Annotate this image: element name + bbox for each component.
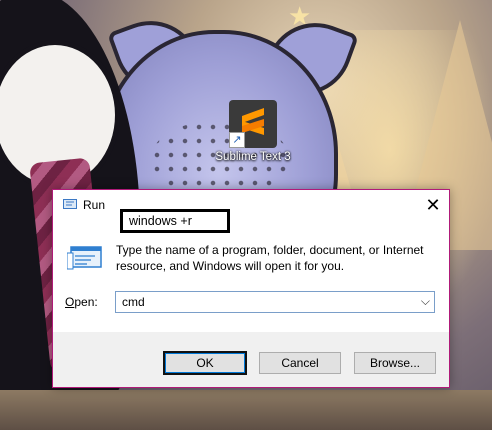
open-combobox[interactable]: cmd ⌵ <box>115 291 435 313</box>
open-label-text: pen: <box>74 295 98 309</box>
cancel-button[interactable]: Cancel <box>259 352 341 374</box>
run-dialog: Run ✕ Type the name of a program, folder… <box>52 189 450 388</box>
dialog-title: Run <box>83 198 106 212</box>
open-label-mnemonic: O <box>65 295 75 309</box>
sublime-text-icon: ↗ <box>229 100 277 148</box>
shortcut-arrow-icon: ↗ <box>229 132 245 148</box>
desktop-shortcut-sublime-text[interactable]: ↗ Sublime Text 3 <box>211 100 295 164</box>
run-program-icon <box>67 246 102 270</box>
open-input[interactable]: cmd <box>122 295 145 309</box>
browse-button[interactable]: Browse... <box>354 352 436 374</box>
desktop-icon-label: Sublime Text 3 <box>215 151 291 163</box>
run-app-icon <box>63 199 77 209</box>
chevron-down-icon[interactable]: ⌵ <box>421 294 430 309</box>
close-icon[interactable]: ✕ <box>421 194 445 216</box>
dialog-description: Type the name of a program, folder, docu… <box>116 243 424 273</box>
wallpaper-floor <box>0 390 492 430</box>
ok-button[interactable]: OK <box>164 352 246 374</box>
dialog-titlebar[interactable]: Run ✕ <box>53 190 449 220</box>
keyboard-shortcut-annotation: windows +r <box>120 209 230 233</box>
open-label: Open: <box>65 295 98 309</box>
